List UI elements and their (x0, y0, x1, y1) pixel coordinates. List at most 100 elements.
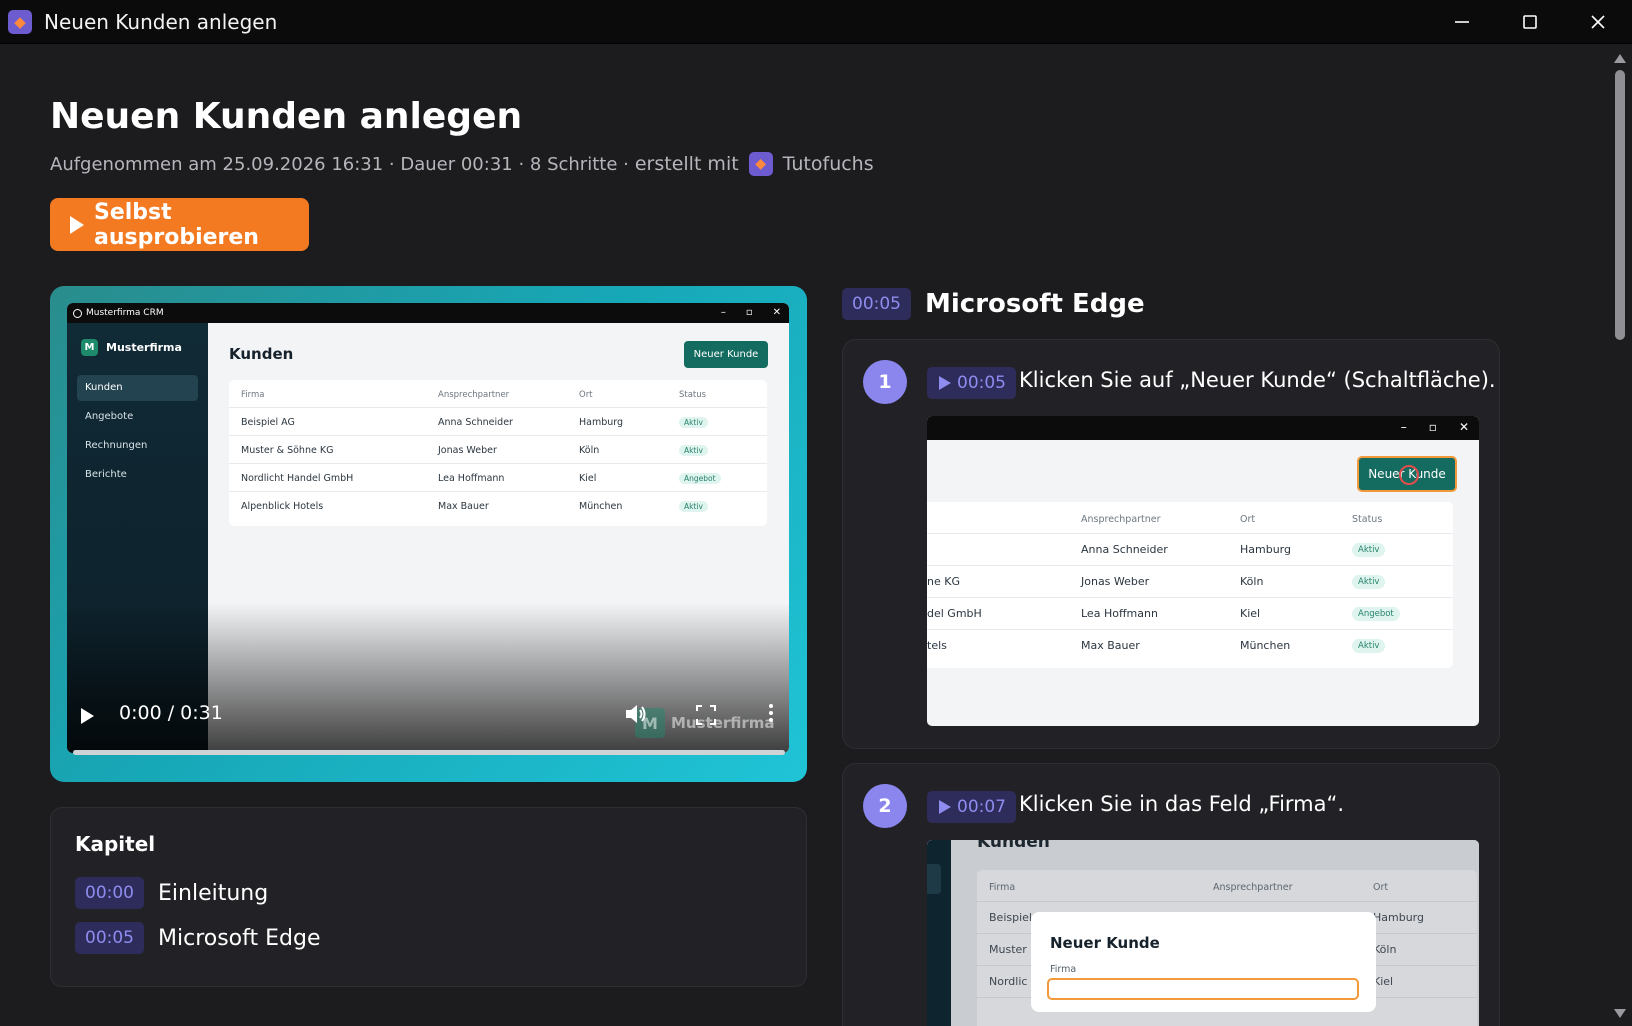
more-options-icon[interactable] (769, 704, 773, 725)
cell: Anna Schneider (1081, 543, 1168, 556)
cell: Max Bauer (1081, 639, 1140, 652)
scroll-up-icon[interactable] (1614, 54, 1626, 63)
click-indicator (1399, 465, 1419, 485)
cell: Hamburg (579, 417, 624, 428)
modal-title: Neuer Kunde (1050, 934, 1160, 952)
status-badge: Aktiv (679, 501, 708, 512)
highlighted-new-customer-button: Neuer Kunde (1357, 456, 1457, 492)
cell: Nordlic (989, 975, 1028, 988)
crm-window-controls: – ▫ ✕ (720, 307, 781, 318)
close-button[interactable] (1564, 0, 1632, 44)
minimize-button[interactable] (1428, 0, 1496, 44)
col-ort: Ort (1240, 514, 1256, 525)
status-badge: Aktiv (1352, 543, 1386, 557)
cell: Kiel (1373, 975, 1394, 988)
col-status: Status (679, 390, 707, 400)
cell: Hamburg (1240, 543, 1291, 556)
new-customer-modal: Neuer Kunde Firma (1031, 912, 1376, 1012)
chapters-title: Kapitel (75, 832, 156, 856)
step-timestamp-text: 00:05 (957, 373, 1006, 393)
section-title: Microsoft Edge (925, 289, 1145, 319)
table-row: del GmbH Lea Hoffmann Kiel Angebot (927, 598, 1453, 630)
cell: Köln (1240, 575, 1264, 588)
crm-logo-name: Musterfirma (106, 341, 182, 354)
brand-link[interactable]: Tutofuchs (783, 153, 874, 175)
minimize-icon (1455, 21, 1469, 23)
crm-new-customer-button: Neuer Kunde (684, 341, 768, 368)
made-with-label: erstellt mit (634, 153, 739, 175)
cell: Nordlicht Handel GmbH (241, 473, 354, 484)
step-number-badge: 1 (863, 360, 907, 404)
cell: Lea Hoffmann (438, 473, 505, 484)
table-row: Anna Schneider Hamburg Aktiv (927, 534, 1453, 566)
cell: München (579, 501, 623, 512)
screenshot-heading: Kunden (977, 840, 1050, 852)
scroll-down-icon[interactable] (1614, 1009, 1626, 1018)
recording-meta: Aufgenommen am 25.09.2026 16:31 · Dauer … (50, 152, 874, 176)
cell: tels (927, 639, 947, 652)
cell: del GmbH (927, 607, 982, 620)
crm-nav-angebote: Angebote (85, 411, 134, 422)
volume-icon[interactable] (623, 701, 649, 727)
chapter-timestamp[interactable]: 00:05 (75, 922, 144, 954)
cell: Muster & Söhne KG (241, 445, 334, 456)
cell: Hamburg (1373, 911, 1424, 924)
video-controls: 0:00 / 0:31 M Musterfirma (67, 698, 789, 748)
screenshot-title-bar: – ▫ ✕ (927, 416, 1479, 440)
step-screenshot: – ▫ ✕ Neuer Kunde Ansprechpartner Ort Stat… (927, 416, 1479, 726)
col-ansprechpartner: Ansprechpartner (438, 390, 510, 400)
video-progress-bar[interactable] (73, 750, 785, 755)
chapters-panel: Kapitel 00:00 Einleitung 00:05 Microsoft… (50, 807, 807, 987)
fox-icon: ◆ (748, 152, 773, 176)
col-ansprechpartner: Ansprechpartner (1081, 514, 1161, 525)
maximize-button[interactable] (1496, 0, 1564, 44)
chapter-item[interactable]: 00:05 Microsoft Edge (75, 922, 320, 954)
fullscreen-icon[interactable] (695, 704, 717, 726)
cell: Köln (579, 445, 600, 456)
step-timestamp[interactable]: 00:07 (927, 791, 1016, 823)
crm-app-title: Musterfirma CRM (86, 308, 164, 318)
cell: Jonas Weber (1081, 575, 1150, 588)
col-ansprechpartner: Ansprechpartner (1213, 882, 1293, 893)
crm-nav-kunden: Kunden (77, 375, 198, 401)
maximize-icon (1523, 15, 1537, 29)
scroll-thumb[interactable] (1615, 70, 1625, 340)
table-row: tels Max Bauer München Aktiv (927, 630, 1453, 662)
chapter-item[interactable]: 00:00 Einleitung (75, 877, 268, 909)
step-timestamp-text: 00:07 (957, 797, 1006, 817)
step-card: 1 00:05 Klicken Sie auf „Neuer Kunde“ (S… (842, 339, 1500, 749)
status-badge: Angebot (1352, 607, 1400, 621)
cell: Beispiel AG (241, 417, 295, 428)
cell: Lea Hoffmann (1081, 607, 1158, 620)
crm-nav-berichte: Berichte (85, 469, 127, 480)
table-header: Ansprechpartner Ort Status (927, 502, 1453, 534)
table-row: Muster & Söhne KG Jonas Weber Köln Aktiv (229, 436, 767, 464)
highlighted-firma-field (1047, 978, 1359, 1000)
section-header: 00:05 Microsoft Edge (842, 288, 1145, 320)
cell: Alpenblick Hotels (241, 501, 324, 512)
play-icon (70, 215, 84, 234)
status-badge: Aktiv (679, 417, 708, 428)
table-row: Beispiel AG Anna Schneider Hamburg Aktiv (229, 408, 767, 436)
try-yourself-button[interactable]: Selbst ausprobieren (50, 198, 309, 251)
video-frame: Musterfirma CRM – ▫ ✕ M Musterfirma Kunden… (67, 303, 789, 753)
cell: Kiel (1240, 607, 1261, 620)
scrollbar[interactable] (1608, 44, 1632, 1026)
crm-heading: Kunden (229, 345, 294, 363)
cell: Kiel (579, 473, 597, 484)
meta-text: Aufgenommen am 25.09.2026 16:31 · Dauer … (50, 153, 629, 175)
col-ort: Ort (1373, 882, 1389, 893)
play-icon[interactable] (81, 708, 94, 724)
crm-logo: M Musterfirma (81, 339, 182, 356)
video-player[interactable]: Musterfirma CRM – ▫ ✕ M Musterfirma Kunden… (50, 286, 807, 782)
chapter-timestamp[interactable]: 00:00 (75, 877, 144, 909)
watermark-text: Musterfirma (671, 714, 775, 732)
status-badge: Angebot (679, 473, 721, 484)
crm-nav: Kunden Angebote Rechnungen Berichte (77, 375, 198, 491)
step-timestamp[interactable]: 00:05 (927, 367, 1016, 399)
chapter-label: Einleitung (158, 880, 269, 906)
step-screenshot: Kunden Firma Ansprechpartner Ort Beispie… (927, 840, 1479, 1026)
section-timestamp[interactable]: 00:05 (842, 288, 911, 320)
play-icon (939, 800, 951, 814)
table-header: Firma Ansprechpartner Ort Status (229, 380, 767, 408)
